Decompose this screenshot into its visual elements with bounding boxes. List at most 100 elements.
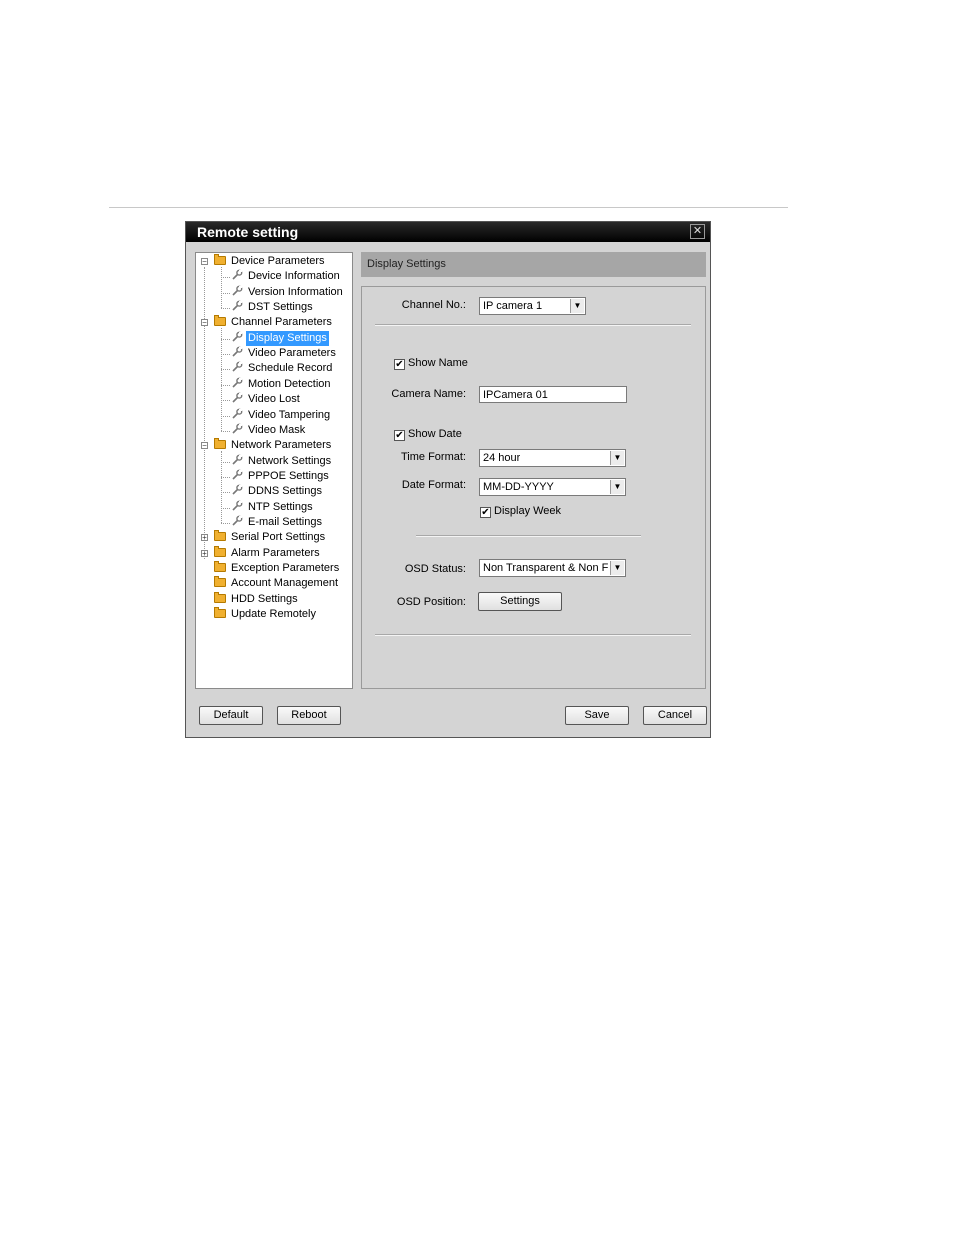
- collapse-icon[interactable]: −: [201, 442, 208, 450]
- tree-item-label: Device Parameters: [231, 255, 325, 267]
- tree-item-label: Device Information: [248, 270, 340, 283]
- time-format-value: 24 hour: [483, 452, 521, 464]
- wrench-icon: [231, 392, 243, 404]
- time-format-select[interactable]: 24 hour ▼: [479, 449, 626, 467]
- folder-icon: [214, 254, 226, 265]
- folder-icon: [214, 530, 226, 542]
- folder-icon: [214, 315, 226, 327]
- tree-leaf-item[interactable]: DST Settings: [231, 300, 315, 315]
- tree-connector: [221, 451, 222, 523]
- tree-leaf-item[interactable]: Schedule Record: [231, 361, 334, 376]
- tree-leaf-item[interactable]: E-mail Settings: [231, 515, 324, 530]
- window-title: Remote setting: [197, 224, 299, 240]
- folder-icon: [214, 438, 226, 450]
- tree-leaf-item[interactable]: Video Tampering: [231, 408, 332, 423]
- section-divider: [375, 634, 691, 636]
- title-bar: Remote setting ✕: [186, 222, 710, 242]
- tree-leaf-item[interactable]: Video Lost: [231, 392, 302, 407]
- tree-connector: [221, 522, 230, 524]
- channel-select[interactable]: IP camera 1 ▼: [479, 297, 586, 315]
- tree-connector: [221, 369, 230, 371]
- tree-leaf-item[interactable]: Video Parameters: [231, 346, 338, 361]
- tree-connector: [221, 430, 230, 432]
- settings-tree: − Device Parameters Device Information Vers…: [195, 252, 353, 689]
- tree-leaf-item[interactable]: Device Information: [231, 269, 342, 284]
- tree-folder-item[interactable]: Device Parameters: [214, 254, 327, 269]
- wrench-icon: [231, 377, 243, 389]
- tree-item-label: Video Mask: [248, 423, 306, 436]
- tree-leaf-item[interactable]: NTP Settings: [231, 500, 315, 515]
- osd-settings-button[interactable]: Settings: [478, 592, 562, 611]
- close-icon[interactable]: ✕: [690, 224, 705, 239]
- tree-item-label: Motion Detection: [248, 377, 331, 390]
- collapse-icon[interactable]: −: [201, 258, 208, 266]
- tree-leaf-item[interactable]: Network Settings: [231, 454, 333, 469]
- show-name-label: Show Name: [408, 357, 468, 369]
- wrench-icon: [231, 469, 243, 481]
- tree-folder-item[interactable]: Network Parameters: [214, 438, 333, 453]
- tree-item-label: PPPOE Settings: [248, 469, 329, 482]
- tree-folder-item[interactable]: Channel Parameters: [214, 315, 334, 330]
- remote-setting-window: Remote setting ✕ − Device Parameters Devic…: [185, 221, 711, 738]
- wrench-icon: [231, 423, 243, 435]
- tree-leaf-item[interactable]: Version Information: [231, 285, 345, 300]
- collapse-icon[interactable]: −: [201, 319, 208, 327]
- tree-connector: [221, 328, 222, 431]
- folder-icon: [214, 561, 226, 572]
- page-divider: [109, 207, 788, 208]
- tree-folder-item[interactable]: Account Management: [214, 576, 340, 591]
- tree-leaf-item[interactable]: PPPOE Settings: [231, 469, 331, 484]
- wrench-icon: [231, 361, 243, 373]
- chevron-down-icon[interactable]: ▼: [570, 299, 584, 313]
- osd-status-value: Non Transparent & Non Flashing: [483, 562, 609, 574]
- time-format-label: Time Format:: [401, 451, 466, 463]
- tree-item-label: Video Tampering: [248, 408, 331, 421]
- tree-connector: [204, 267, 205, 559]
- save-button[interactable]: Save: [565, 706, 629, 725]
- tree-leaf-item[interactable]: Video Mask: [231, 423, 307, 438]
- tree-item-label: DST Settings: [248, 301, 313, 314]
- tree-item-label: Network Parameters: [231, 439, 332, 452]
- tree-item-label: DDNS Settings: [248, 485, 322, 498]
- tree-folder-item[interactable]: Serial Port Settings: [214, 530, 327, 545]
- tree-item-label: Schedule Record: [248, 362, 333, 375]
- cancel-button[interactable]: Cancel: [643, 706, 707, 725]
- tree-connector: [221, 461, 230, 463]
- tree-leaf-item[interactable]: Motion Detection: [231, 377, 333, 392]
- tree-item-label: Account Management: [231, 577, 339, 590]
- chevron-down-icon[interactable]: ▼: [610, 451, 624, 465]
- channel-select-value: IP camera 1: [483, 300, 543, 312]
- tree-connector: [221, 400, 230, 402]
- tree-item-label: Display Settings: [246, 330, 329, 346]
- chevron-down-icon[interactable]: ▼: [610, 480, 624, 494]
- date-format-select[interactable]: MM-DD-YYYY ▼: [479, 478, 626, 496]
- tree-folder-item[interactable]: Exception Parameters: [214, 561, 341, 576]
- default-button[interactable]: Default: [199, 706, 263, 725]
- osd-status-label: OSD Status:: [404, 563, 466, 575]
- wrench-icon: [231, 346, 243, 358]
- expand-icon[interactable]: +: [201, 534, 208, 542]
- tree-connector: [221, 292, 230, 294]
- osd-status-select[interactable]: Non Transparent & Non Flashing ▼: [479, 559, 626, 577]
- tree-connector: [221, 308, 230, 310]
- camera-name-input[interactable]: [479, 386, 627, 403]
- tree-folder-item[interactable]: Update Remotely: [214, 607, 318, 622]
- tree-connector: [221, 492, 230, 494]
- tree-leaf-item[interactable]: DDNS Settings: [231, 484, 324, 499]
- tree-leaf-item[interactable]: Display Settings: [231, 330, 329, 346]
- chevron-down-icon[interactable]: ▼: [610, 561, 624, 575]
- tree-folder-item[interactable]: HDD Settings: [214, 591, 300, 607]
- tree-item-label: Update Remotely: [231, 608, 316, 621]
- display-week-checkbox[interactable]: ✔: [480, 507, 491, 518]
- date-format-label: Date Format:: [401, 479, 466, 491]
- show-name-checkbox[interactable]: ✔: [394, 359, 405, 370]
- reboot-button[interactable]: Reboot: [277, 706, 341, 725]
- folder-icon: [214, 545, 226, 557]
- expand-icon[interactable]: +: [201, 549, 208, 557]
- tree-item-label: Video Parameters: [248, 347, 336, 360]
- panel-title: Display Settings: [367, 258, 446, 270]
- tree-connector: [221, 354, 230, 356]
- show-date-checkbox[interactable]: ✔: [394, 430, 405, 441]
- folder-icon: [214, 576, 226, 588]
- tree-folder-item[interactable]: Alarm Parameters: [214, 545, 322, 561]
